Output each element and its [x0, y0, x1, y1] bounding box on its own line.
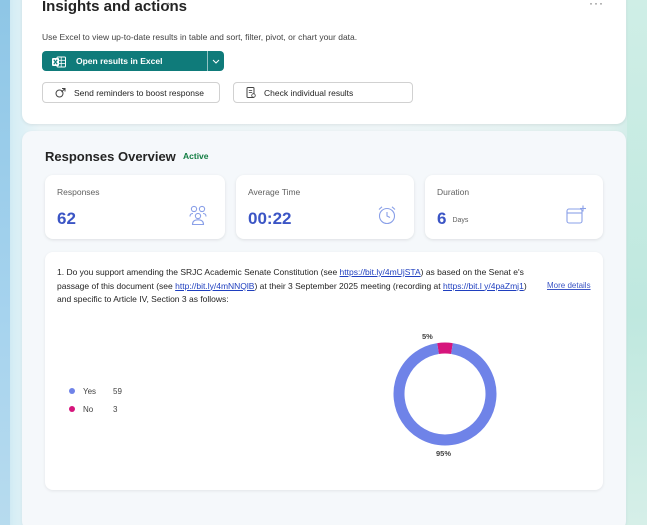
duration-value: 6: [437, 209, 447, 228]
stat-label: Responses: [57, 187, 100, 197]
reminder-icon: [55, 88, 66, 98]
legend-item-no: No 3: [69, 400, 122, 418]
document-link[interactable]: http://bit.ly/4mNNQlB: [175, 281, 254, 291]
question-card: 1. Do you support amending the SRJC Acad…: [45, 252, 603, 490]
legend-item-yes: Yes 59: [69, 382, 122, 400]
legend-label: Yes: [83, 386, 97, 396]
chevron-up-icon[interactable]: ⌃: [164, 2, 172, 13]
status-badge: Active: [183, 151, 209, 161]
window-edge-right: [627, 0, 647, 525]
open-in-excel-button[interactable]: Open results in Excel: [42, 51, 224, 71]
question-text-part: 1. Do you support amending the SRJC Acad…: [57, 267, 340, 277]
excel-options-dropdown[interactable]: [207, 51, 224, 71]
legend-swatch-no: [69, 406, 75, 412]
stat-value: 6 Days: [437, 209, 468, 229]
responses-overview-card: Responses Overview Active Responses 62 A…: [22, 131, 626, 525]
data-label-yes: 95%: [436, 449, 452, 458]
people-icon: [189, 205, 207, 226]
excel-icon: [52, 55, 66, 68]
insights-description: Use Excel to view up-to-date results in …: [42, 32, 358, 42]
stat-label: Average Time: [248, 187, 301, 197]
chart-legend: Yes 59 No 3: [69, 382, 122, 418]
donut-slice-yes[interactable]: [393, 343, 497, 446]
clock-icon: [378, 206, 396, 225]
calendar-add-icon: [566, 205, 586, 224]
donut-chart: [393, 342, 497, 446]
check-individual-results-label: Check individual results: [264, 87, 354, 98]
send-reminders-button[interactable]: Send reminders to boost response: [42, 82, 220, 103]
chevron-down-icon: [212, 59, 220, 64]
send-reminders-label: Send reminders to boost response: [74, 87, 204, 98]
stat-card-responses: Responses 62: [45, 175, 225, 239]
donut-slice-no[interactable]: [437, 342, 453, 354]
document-icon: [246, 87, 256, 98]
insights-card: Insights and actions ⌃ ··· Use Excel to …: [22, 0, 626, 124]
stat-value: 62: [57, 209, 76, 228]
open-in-excel-label: Open results in Excel: [76, 56, 163, 66]
legend-swatch-yes: [69, 388, 75, 394]
stat-card-duration: Duration 6 Days: [425, 175, 603, 239]
legend-count: 59: [113, 386, 122, 396]
window-edge-left: [0, 0, 10, 525]
data-label-no: 5%: [422, 332, 433, 341]
more-dots-icon[interactable]: ···: [589, 0, 604, 10]
duration-unit: Days: [452, 217, 469, 224]
responses-overview-title: Responses Overview: [45, 149, 176, 164]
stat-card-average-time: Average Time 00:22: [236, 175, 414, 239]
check-individual-results-button[interactable]: Check individual results: [233, 82, 413, 103]
stat-value: 00:22: [248, 209, 292, 228]
recording-link[interactable]: https://bit.l y/4paZmj1: [443, 281, 524, 291]
legend-count: 3: [113, 404, 118, 414]
question-text: 1. Do you support amending the SRJC Acad…: [57, 266, 527, 307]
constitution-link[interactable]: https://bit.ly/4mUjSTA: [340, 267, 421, 277]
legend-label: No: [83, 404, 94, 414]
more-details-link[interactable]: More details: [547, 281, 591, 290]
question-text-part: ) at their 3 September 2025 meeting (rec…: [254, 280, 444, 291]
stat-label: Duration: [437, 187, 470, 197]
